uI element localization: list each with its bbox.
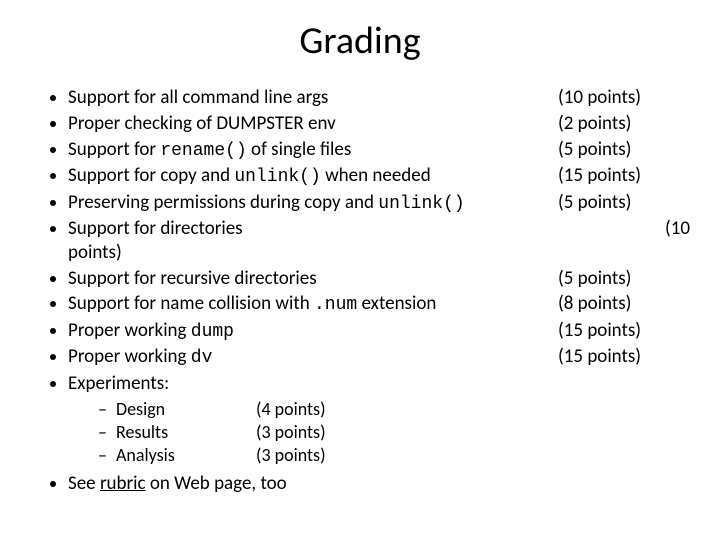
list-item: Preserving permissions during copy and u… <box>68 191 690 216</box>
sub-item: –Analysis(3 points) <box>98 444 690 467</box>
footer-item: See rubric on Web page, too <box>68 472 690 496</box>
list-item: Proper checking of DUMPSTER env(2 points… <box>68 112 690 136</box>
list-item: Support for rename() of single files(5 p… <box>68 138 690 163</box>
slide: Grading Support for all command line arg… <box>0 0 720 540</box>
list-item: Proper working dv(15 points) <box>68 345 690 370</box>
list-item: Proper working dump(15 points) <box>68 319 690 344</box>
rubric-link[interactable]: rubric <box>100 472 146 495</box>
grading-list: Support for all command line args(10 poi… <box>30 86 690 495</box>
list-item: Support for recursive directories(5 poin… <box>68 267 690 291</box>
list-item: Support for all command line args(10 poi… <box>68 86 690 110</box>
sub-item: –Results(3 points) <box>98 421 690 444</box>
slide-title: Grading <box>30 18 690 64</box>
list-item: Support for name collision with .num ext… <box>68 292 690 317</box>
list-item: Support for directories(10points) <box>68 217 690 265</box>
sub-item: –Design(4 points) <box>98 398 690 421</box>
list-item: Experiments: –Design(4 points) –Results(… <box>68 372 690 468</box>
list-item: Support for copy and unlink() when neede… <box>68 164 690 189</box>
experiments-sublist: –Design(4 points) –Results(3 points) –An… <box>68 398 690 468</box>
